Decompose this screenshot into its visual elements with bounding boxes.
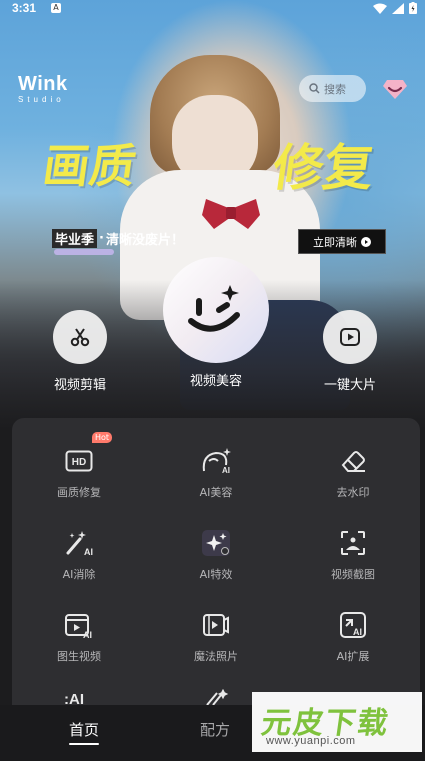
cta-label: 立即清晰 xyxy=(313,235,357,249)
feature-ai-expand[interactable]: AI AI扩展 xyxy=(293,609,413,664)
ai-partial-icon: :AI xyxy=(64,691,84,705)
banner-subline-text: 清晰没废片！ xyxy=(105,233,184,248)
tool-video-beauty[interactable]: 视频美容 xyxy=(161,257,271,389)
svg-text::AI: :AI xyxy=(64,691,84,705)
video-screenshot-icon xyxy=(337,527,369,559)
feature-ai-remove-label: AI消除 xyxy=(62,568,96,581)
logo-subtitle: Studio xyxy=(18,95,65,104)
svg-text:AI: AI xyxy=(84,547,93,557)
scissors-icon xyxy=(70,328,90,347)
ai-expand-icon: AI xyxy=(337,609,369,641)
feature-image-to-video-label: 图生视频 xyxy=(57,650,101,663)
svg-text:HD: HD xyxy=(72,457,86,468)
feature-ai-effects-label: AI特效 xyxy=(199,568,233,581)
feature-image-to-video[interactable]: AI 图生视频 xyxy=(19,609,139,664)
ai-effects-icon xyxy=(200,527,232,559)
tool-video-edit[interactable]: 视频剪辑 xyxy=(40,310,120,393)
nav-active-indicator xyxy=(69,743,99,745)
status-bar: 3:31 A xyxy=(0,0,425,18)
magic-wand-ai-icon: AI xyxy=(63,527,95,559)
svg-text:AI: AI xyxy=(83,630,92,639)
hd-icon: HD xyxy=(63,445,95,477)
tool-video-edit-label: 视频剪辑 xyxy=(53,378,106,393)
nav-tab-home[interactable]: 首页 xyxy=(69,719,99,740)
banner-subline: 毕业季 · 清晰没废片！ xyxy=(52,229,184,248)
banner-subline-tag: 毕业季 xyxy=(52,229,98,248)
subline-underline xyxy=(54,249,114,255)
banner-headline-left: 画质 xyxy=(39,139,140,193)
logo-wordmark: Wink xyxy=(18,73,68,95)
feature-hd-repair[interactable]: HD 画质修复 xyxy=(19,445,139,500)
sparkle-partial-icon xyxy=(206,689,229,705)
eraser-icon xyxy=(337,445,369,477)
tool-one-click-film-circle xyxy=(323,310,377,364)
magic-photo-icon xyxy=(200,609,232,641)
feature-ai-remove[interactable]: AI AI消除 xyxy=(19,527,139,582)
wifi-icon xyxy=(373,3,387,14)
status-icons xyxy=(373,2,417,14)
watermark-url: www.yuanpi.com xyxy=(266,735,356,747)
banner-cta-button[interactable]: 立即清晰 xyxy=(298,229,386,254)
tool-video-beauty-circle xyxy=(163,257,269,363)
feature-ai-expand-label: AI扩展 xyxy=(336,650,370,663)
wink-face-icon xyxy=(188,285,240,332)
tool-one-click-film[interactable]: 一键大片 xyxy=(310,310,390,393)
feature-hd-repair-label: 画质修复 xyxy=(57,486,101,499)
banner-headline-right: 修复 xyxy=(269,138,378,197)
banner-photo-bow xyxy=(202,199,260,229)
image-to-video-icon: AI xyxy=(63,609,95,641)
app-logo: Wink Studio xyxy=(18,74,68,104)
vip-diamond-icon[interactable] xyxy=(382,78,408,100)
feature-ai-beauty-label: AI美容 xyxy=(199,486,233,499)
notification-badge: A xyxy=(51,3,61,13)
play-icon xyxy=(340,328,360,346)
play-circle-icon xyxy=(361,236,371,247)
feature-remove-watermark[interactable]: 去水印 xyxy=(293,445,413,500)
signal-icon xyxy=(392,2,404,14)
nav-tab-recipes[interactable]: 配方 xyxy=(200,719,230,740)
tool-one-click-film-label: 一键大片 xyxy=(323,378,376,393)
tool-video-edit-circle xyxy=(53,310,107,364)
svg-text:AI: AI xyxy=(222,466,230,475)
feature-video-screenshot-label: 视频截图 xyxy=(331,568,375,581)
search-bar[interactable]: 搜索 xyxy=(299,75,366,102)
ai-beauty-icon: AI xyxy=(200,445,232,477)
svg-text:AI: AI xyxy=(353,627,362,637)
banner-subline-dot: · xyxy=(99,231,104,246)
feature-remove-watermark-label: 去水印 xyxy=(336,486,370,499)
search-placeholder: 搜索 xyxy=(324,82,346,96)
feature-magic-photo[interactable]: 魔法照片 xyxy=(156,609,276,664)
feature-ai-effects[interactable]: AI特效 xyxy=(156,527,276,582)
tool-video-beauty-label: 视频美容 xyxy=(189,374,242,389)
feature-video-screenshot[interactable]: 视频截图 xyxy=(293,527,413,582)
search-icon xyxy=(309,83,320,94)
feature-magic-photo-label: 魔法照片 xyxy=(194,650,238,663)
hot-badge: Hot xyxy=(92,432,113,443)
feature-ai-beauty[interactable]: AI AI美容 xyxy=(156,445,276,500)
status-time: 3:31 xyxy=(12,1,37,15)
battery-icon xyxy=(409,2,417,14)
site-watermark: 元皮下载 www.yuanpi.com xyxy=(252,692,422,752)
